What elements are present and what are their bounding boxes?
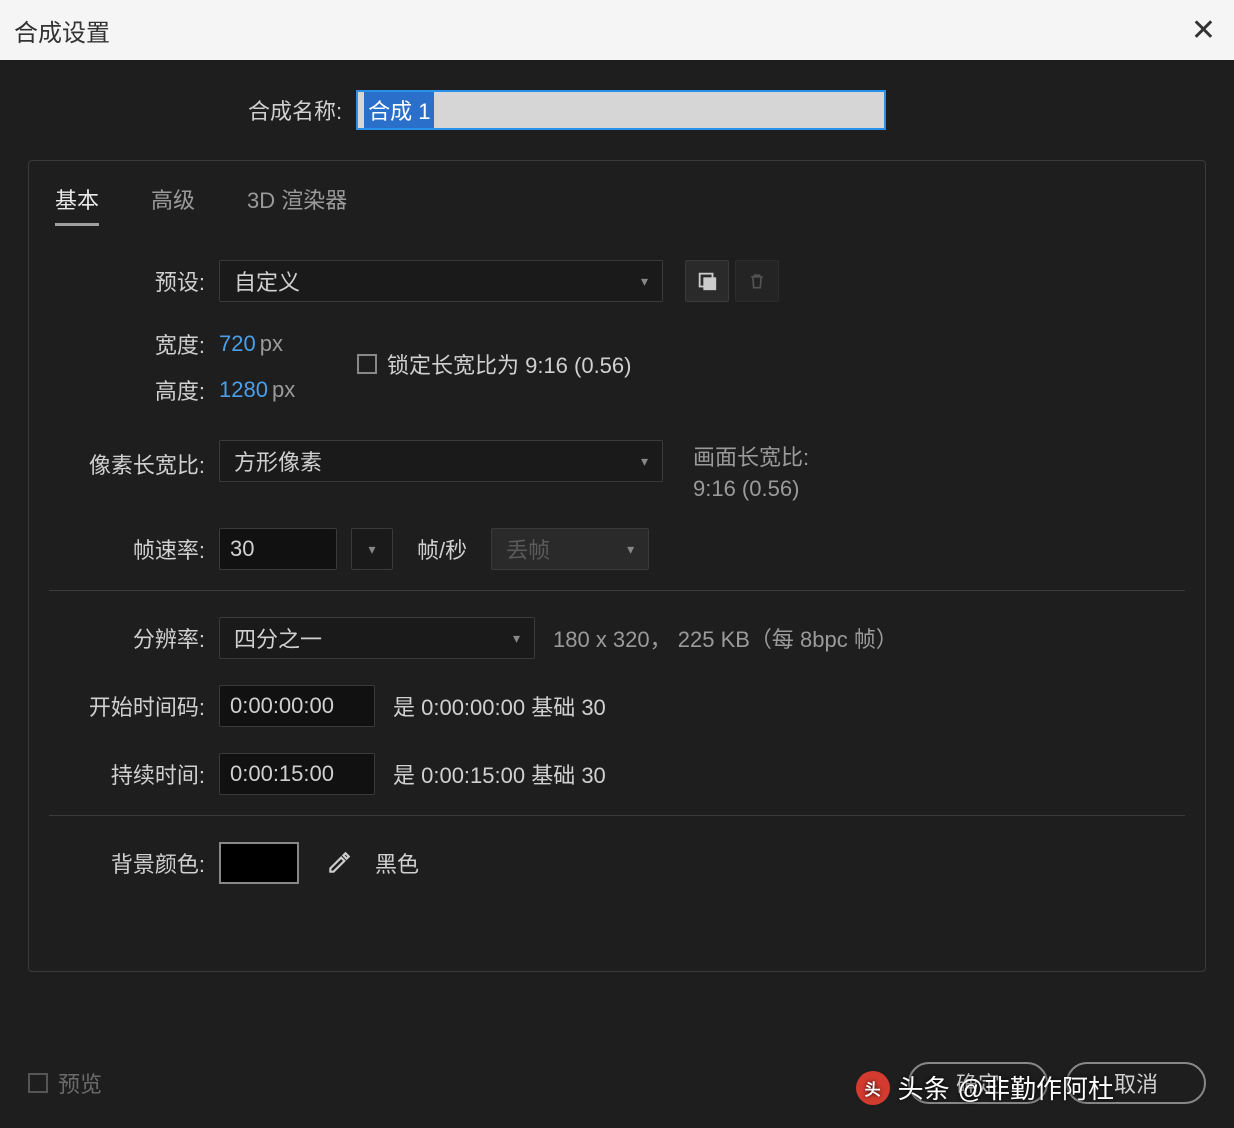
chevron-down-icon: ▾ [641, 273, 648, 290]
trash-icon [747, 270, 767, 292]
delete-preset-button[interactable] [735, 260, 779, 302]
dialog-title: 合成设置 [14, 13, 110, 48]
chevron-down-icon: ▾ [641, 453, 648, 470]
pixel-aspect-label: 像素长宽比: [49, 440, 219, 480]
framerate-unit: 帧/秒 [417, 533, 467, 565]
preview-label: 预览 [58, 1067, 102, 1099]
divider [49, 590, 1185, 591]
bgcolor-name: 黑色 [375, 847, 419, 879]
watermark-logo-icon: 头 [856, 1071, 890, 1105]
divider [49, 815, 1185, 816]
settings-panel: 基本 高级 3D 渲染器 预设: 自定义 ▾ 宽度: 720 px [28, 160, 1206, 972]
framerate-input[interactable] [219, 528, 337, 570]
save-preset-button[interactable] [685, 260, 729, 302]
framerate-dropdown[interactable]: ▾ [351, 528, 393, 570]
watermark-prefix: 头条 [898, 1069, 950, 1106]
tab-advanced[interactable]: 高级 [151, 183, 195, 226]
chevron-down-icon: ▾ [627, 541, 634, 558]
lock-aspect-checkbox[interactable] [357, 354, 377, 374]
duration-label: 持续时间: [49, 758, 219, 790]
tab-bar: 基本 高级 3D 渲染器 [49, 183, 1185, 226]
dropframe-select: 丢帧 ▾ [491, 528, 649, 570]
preset-select[interactable]: 自定义 ▾ [219, 260, 663, 302]
resolution-select[interactable]: 四分之一 ▾ [219, 617, 535, 659]
eyedropper-icon [326, 850, 352, 876]
comp-name-row: 合成名称: 合成 1 [28, 90, 1206, 130]
duration-input[interactable] [219, 753, 375, 795]
bgcolor-swatch[interactable] [219, 842, 299, 884]
preset-label: 预设: [49, 265, 219, 297]
preview-checkbox[interactable] [28, 1073, 48, 1093]
height-input[interactable]: 1280 [219, 377, 268, 403]
start-tc-info: 是 0:00:00:00 基础 30 [393, 690, 606, 722]
titlebar: 合成设置 ✕ [0, 0, 1234, 60]
height-label: 高度: [49, 374, 219, 406]
chevron-down-icon: ▾ [513, 630, 520, 647]
resolution-label: 分辨率: [49, 622, 219, 654]
bgcolor-label: 背景颜色: [49, 847, 219, 879]
watermark: 头 头条 @非勤作阿杜 [856, 1069, 1114, 1106]
resolution-info: 180 x 320， 225 KB（每 8bpc 帧） [553, 622, 898, 654]
tab-basic[interactable]: 基本 [55, 183, 99, 226]
eyedropper-button[interactable] [317, 842, 361, 884]
watermark-text: @非勤作阿杜 [958, 1069, 1114, 1106]
framerate-label: 帧速率: [49, 533, 219, 565]
frame-aspect-value: 9:16 (0.56) [693, 476, 809, 502]
frame-aspect-label: 画面长宽比: [693, 440, 809, 472]
tab-renderer[interactable]: 3D 渲染器 [247, 183, 347, 226]
comp-name-value: 合成 1 [364, 92, 434, 128]
comp-name-label: 合成名称: [248, 94, 342, 126]
lock-aspect-label: 锁定长宽比为 9:16 (0.56) [387, 348, 632, 380]
save-icon [696, 270, 718, 292]
chevron-down-icon: ▾ [368, 541, 375, 558]
width-label: 宽度: [49, 328, 219, 360]
close-icon[interactable]: ✕ [1191, 13, 1216, 48]
duration-info: 是 0:00:15:00 基础 30 [393, 758, 606, 790]
height-unit: px [272, 377, 295, 403]
width-input[interactable]: 720 [219, 331, 256, 357]
comp-name-input[interactable]: 合成 1 [356, 90, 886, 130]
start-tc-input[interactable] [219, 685, 375, 727]
width-unit: px [260, 331, 283, 357]
pixel-aspect-select[interactable]: 方形像素 ▾ [219, 440, 663, 482]
start-tc-label: 开始时间码: [49, 690, 219, 722]
